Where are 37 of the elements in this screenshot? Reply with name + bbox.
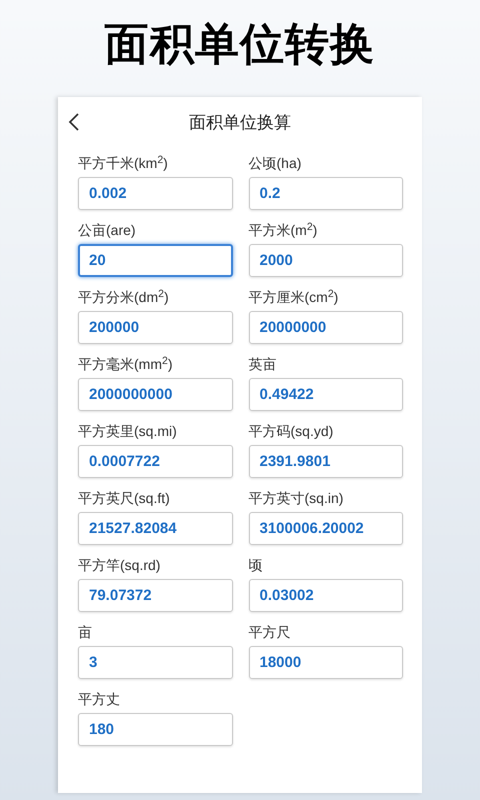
input-field[interactable]: 2391.9801	[248, 445, 403, 478]
field-label: 公亩(are)	[78, 221, 137, 240]
field-label: 平方毫米(mm$^{2}$)	[78, 354, 174, 374]
input-field[interactable]: 21527.82084	[78, 512, 232, 545]
field-label: 平方英里(sq.mi)	[78, 422, 178, 441]
field-label: 顷	[248, 556, 264, 575]
back-icon[interactable]	[68, 112, 80, 132]
input-field[interactable]: 3100006.20002	[248, 512, 403, 545]
input-field[interactable]: 0.2	[248, 177, 403, 210]
field-label: 平方竿(sq.rd)	[78, 556, 162, 575]
field-label: 平方厘米(cm$^{2}$)	[248, 287, 340, 307]
input-field[interactable]: 0.03002	[248, 579, 403, 612]
input-field[interactable]: 18000	[248, 646, 403, 679]
input-field[interactable]: 2000000000	[78, 378, 232, 411]
field-label: 平方码(sq.yd)	[248, 422, 334, 441]
input-field[interactable]: 0.49422	[248, 378, 403, 411]
field-label: 平方千米(km$^{2}$)	[78, 153, 169, 173]
input-field[interactable]: 2000	[248, 244, 403, 277]
input-field[interactable]: 20000000	[248, 311, 403, 344]
field-label: 平方分米(dm$^{2}$)	[78, 287, 170, 307]
input-field[interactable]: 180	[78, 713, 232, 746]
input-field[interactable]: 20	[78, 244, 232, 277]
field-label: 平方尺	[248, 623, 292, 642]
input-field[interactable]: 0.0007722	[78, 445, 232, 478]
field-label: 英亩	[248, 355, 278, 374]
field-label: 平方丈	[78, 690, 121, 709]
field-label: 公顷(ha)	[248, 154, 302, 173]
screen-title: 面积单位换算	[189, 112, 291, 134]
input-field[interactable]: 200000	[78, 311, 232, 344]
headline: 面积单位转换	[104, 18, 376, 70]
field-label: 平方英尺(sq.ft)	[78, 489, 171, 508]
input-field[interactable]: 3	[78, 646, 232, 679]
field-label: 平方米(m$^{2}$)	[248, 220, 318, 240]
field-label: 平方英寸(sq.in)	[248, 489, 344, 508]
field-label: 亩	[78, 623, 93, 642]
input-field[interactable]: 0.002	[78, 177, 232, 210]
input-field[interactable]: 79.07372	[78, 579, 232, 612]
